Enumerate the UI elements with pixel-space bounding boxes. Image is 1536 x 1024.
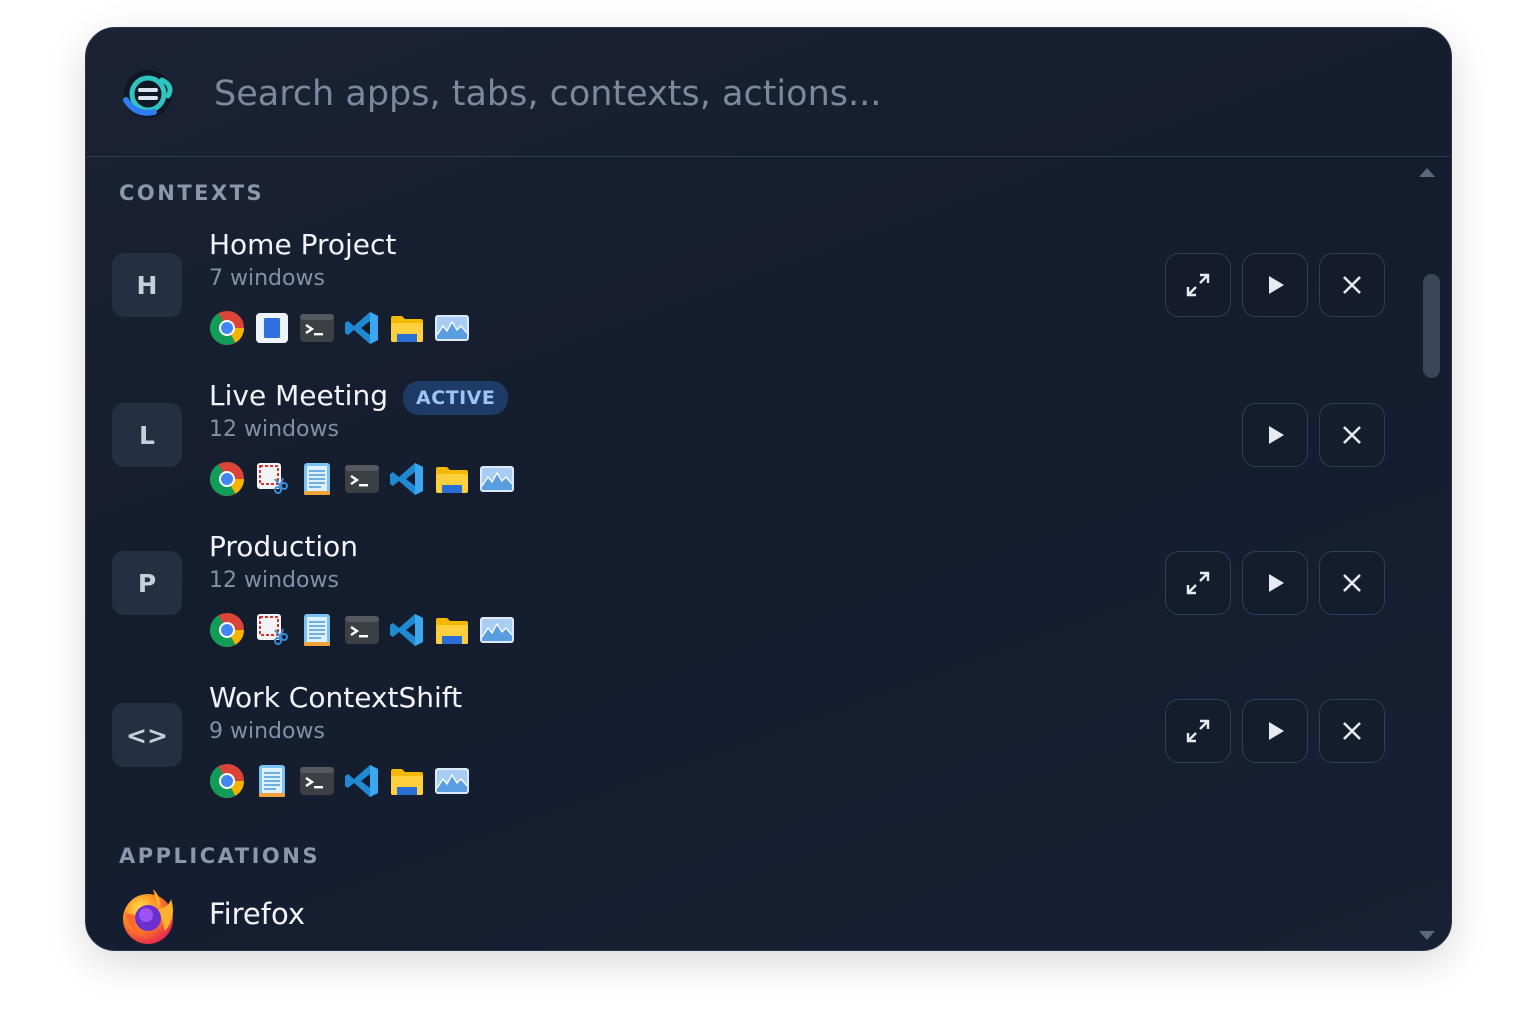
resume-button[interactable] [1242,699,1308,763]
context-app-icons [209,761,470,801]
close-button[interactable] [1319,699,1385,763]
play-icon [1269,276,1284,294]
chrome-icon [209,461,245,497]
folder-icon [389,763,425,799]
close-icon [1343,426,1361,444]
close-icon [1343,574,1361,592]
application-name: Firefox [209,897,305,931]
application-row-firefox[interactable]: Firefox [86,883,1406,950]
scroll-down-arrow-icon[interactable] [1419,931,1435,940]
vscode-icon [344,763,380,799]
expand-icon [1186,719,1210,743]
image-viewer-icon [479,612,515,648]
notepad-icon [299,461,335,497]
active-status-badge: ACTIVE [403,381,509,415]
close-icon [1343,722,1361,740]
expand-icon [1186,571,1210,595]
screenshot-tool-icon [254,612,290,648]
image-viewer-icon [479,461,515,497]
context-row-production[interactable]: P Production 12 windows [86,530,1426,660]
folder-icon [434,612,470,648]
terminal-icon [299,763,335,799]
vscode-icon [389,612,425,648]
resume-button[interactable] [1242,551,1308,615]
terminal-icon [299,310,335,346]
context-initial-badge: L [112,403,182,467]
contextshift-logo-icon [123,70,173,118]
resume-button[interactable] [1242,253,1308,317]
context-app-icons [209,610,515,650]
folder-icon [389,310,425,346]
context-row-live-meeting[interactable]: L Live Meeting ACTIVE 12 windows [86,379,1426,509]
chrome-icon [209,310,245,346]
chrome-icon [209,763,245,799]
launcher-panel: CONTEXTS H Home Project 7 windows L Live… [85,27,1452,951]
context-window-count: 12 windows [209,417,339,442]
vscode-icon [389,461,425,497]
expand-button[interactable] [1165,253,1231,317]
resume-button[interactable] [1242,403,1308,467]
context-window-count: 9 windows [209,719,325,744]
context-initial-badge: P [112,551,182,615]
search-bar [86,28,1451,157]
expand-icon [1186,273,1210,297]
context-title: Production [209,530,358,563]
notepad-icon [299,612,335,648]
image-viewer-icon [434,763,470,799]
context-title: Live Meeting [209,379,388,412]
play-icon [1269,722,1284,740]
close-button[interactable] [1319,403,1385,467]
terminal-icon [344,612,380,648]
firefox-icon [123,889,173,944]
context-title: Home Project [209,228,397,261]
close-button[interactable] [1319,253,1385,317]
context-row-work-contextshift[interactable]: <> Work ContextShift 9 windows [86,681,1426,811]
terminal-icon [344,461,380,497]
notepad-icon [254,763,290,799]
play-icon [1269,574,1284,592]
context-row-home-project[interactable]: H Home Project 7 windows [86,228,1426,358]
context-app-icons [209,308,470,348]
close-icon [1343,276,1361,294]
vscode-icon [344,310,380,346]
image-viewer-icon [434,310,470,346]
contexts-section-label: CONTEXTS [119,181,265,205]
search-input[interactable] [214,66,1314,122]
context-initial-badge: H [112,253,182,317]
context-initial-badge: <> [112,703,182,767]
play-icon [1269,426,1284,444]
screenshot-tool-icon [254,461,290,497]
applications-section-label: APPLICATIONS [119,844,320,868]
close-button[interactable] [1319,551,1385,615]
expand-button[interactable] [1165,699,1231,763]
expand-button[interactable] [1165,551,1231,615]
context-app-icons [209,459,515,499]
context-window-count: 7 windows [209,266,325,291]
chrome-icon [209,612,245,648]
context-window-count: 12 windows [209,568,339,593]
scroll-up-arrow-icon[interactable] [1419,168,1435,177]
folder-icon [434,461,470,497]
document-icon [254,310,290,346]
context-title: Work ContextShift [209,681,463,714]
